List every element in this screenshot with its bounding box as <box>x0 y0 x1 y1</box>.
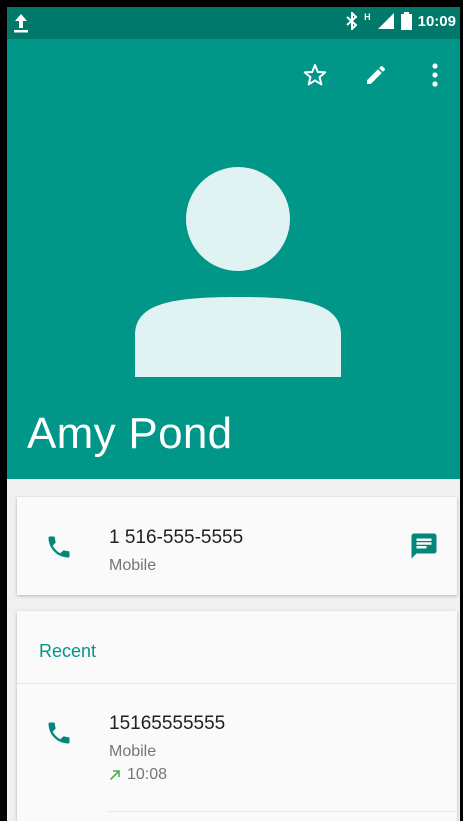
divider <box>109 811 457 812</box>
status-icons: H 10:09 <box>346 12 456 30</box>
upload-icon <box>14 14 28 33</box>
phone-number: 1 516-555-5555 <box>109 527 244 548</box>
contact-header: Amy Pond <box>7 39 460 479</box>
bluetooth-icon <box>346 12 358 30</box>
battery-icon <box>400 12 412 30</box>
status-bar: H 10:09 <box>7 7 460 39</box>
star-outline-icon <box>303 64 327 86</box>
signal-icon <box>377 13 394 29</box>
recent-card: Recent 15165555555 Mobile 10:08 <box>17 611 457 821</box>
contact-avatar-icon <box>135 167 341 377</box>
recent-number: 15165555555 <box>109 713 226 734</box>
divider <box>17 683 457 684</box>
recent-type: Mobile <box>109 743 157 760</box>
recent-call-time-row: 10:08 <box>109 766 167 784</box>
favorite-button[interactable] <box>299 59 331 91</box>
recent-time: 10:08 <box>127 766 168 783</box>
recent-title: Recent <box>39 641 97 661</box>
outgoing-call-arrow-icon <box>109 770 120 781</box>
message-icon[interactable] <box>409 531 439 561</box>
phone-icon <box>48 722 70 744</box>
more-vert-icon <box>432 63 438 87</box>
more-options-button[interactable] <box>419 59 451 91</box>
contact-screen: H 10:09 Amy Pond 1 516-555-5555 Mobile R… <box>7 7 460 821</box>
contact-name: Amy Pond <box>27 409 233 458</box>
edit-icon <box>367 65 386 84</box>
network-type-badge: H <box>364 12 371 22</box>
edit-button[interactable] <box>360 59 392 91</box>
phone-card[interactable]: 1 516-555-5555 Mobile <box>17 497 457 595</box>
phone-type: Mobile <box>109 557 157 574</box>
status-time: 10:09 <box>417 12 456 30</box>
phone-icon <box>48 536 70 558</box>
